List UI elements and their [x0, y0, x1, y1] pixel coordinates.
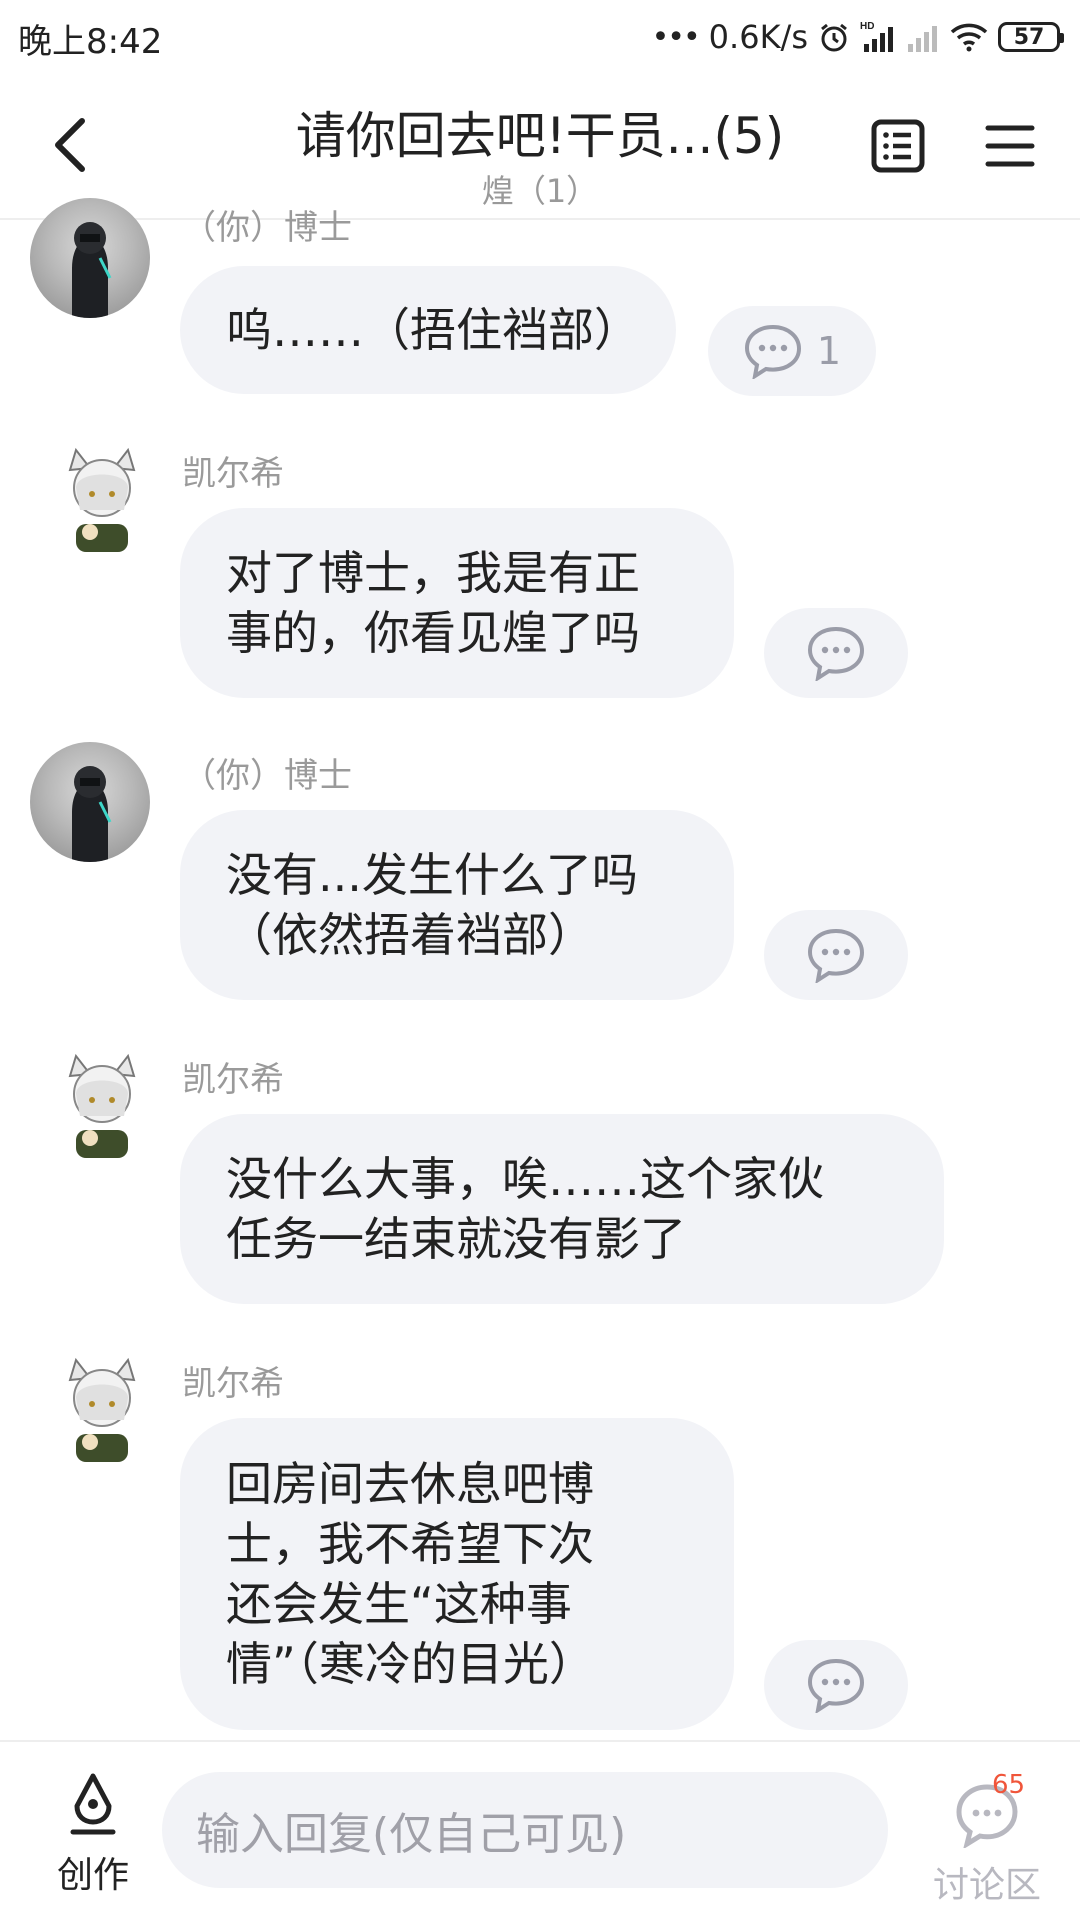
message-line: 回房间去休息吧博: [226, 1457, 594, 1511]
reply-placeholder: 输入回复(仅自己可见): [196, 1809, 627, 1860]
discussion-button[interactable]: 65 讨论区: [922, 1770, 1052, 1910]
create-button[interactable]: 创作: [38, 1772, 148, 1902]
hooded-figure-icon: [72, 766, 112, 862]
svg-text:HD: HD: [860, 21, 874, 32]
comment-icon: [807, 1658, 865, 1713]
message-line: 没有...发生什么了吗: [226, 848, 638, 902]
status-icons: ••• 0.6K/s HD 57: [651, 14, 1064, 60]
cat-ear-character-icon: [68, 447, 136, 552]
reply-input[interactable]: 输入回复(仅自己可见): [162, 1772, 888, 1888]
comment-icon: [744, 324, 801, 379]
more-dots-icon: •••: [651, 19, 701, 55]
battery-indicator: 57: [998, 22, 1064, 52]
message-sender: 凯尔希: [182, 1364, 284, 1404]
list-icon: [871, 119, 925, 173]
comment-icon: [807, 928, 865, 983]
message-line: 没什么大事，唉……这个家伙: [226, 1152, 824, 1206]
back-button[interactable]: [40, 110, 100, 180]
message-sender: （你）博士: [182, 208, 352, 248]
message-bubble[interactable]: 回房间去休息吧博 士，我不希望下次 还会发生“这种事 情”（寒冷的目光）: [180, 1418, 734, 1730]
message-sender: （你）博士: [182, 756, 352, 796]
signal-hd-icon: HD: [860, 20, 896, 54]
bottom-bar: 创作 输入回复(仅自己可见) 65 讨论区: [0, 1740, 1080, 1920]
comment-count: 1: [816, 329, 842, 373]
message-bubble[interactable]: 没什么大事，唉……这个家伙 任务一结束就没有影了: [180, 1114, 944, 1304]
message-line: 事的，你看见煌了吗: [226, 606, 640, 660]
wifi-icon: [950, 22, 988, 52]
discussion-label: 讨论区: [932, 1865, 1041, 1906]
comment-button[interactable]: [764, 910, 908, 1000]
cat-ear-character-icon: [68, 1053, 136, 1158]
avatar-kaltsit[interactable]: [42, 440, 162, 560]
avatar-kaltsit[interactable]: [42, 1350, 162, 1470]
message-bubble[interactable]: 没有...发生什么了吗 （依然捂着裆部）: [180, 810, 734, 1000]
comment-button[interactable]: [764, 608, 908, 698]
message-line: 呜……（捂住裆部）: [226, 303, 640, 357]
message-sender: 凯尔希: [182, 454, 284, 494]
catalog-button[interactable]: [866, 114, 930, 178]
comment-button[interactable]: [764, 1640, 908, 1730]
chat-header: 请你回去吧!干员...(5) 煌（1）: [0, 74, 1080, 220]
alarm-icon: [818, 21, 850, 53]
avatar-doctor[interactable]: [30, 742, 150, 862]
message-line: （依然捂着裆部）: [226, 908, 594, 962]
chevron-left-icon: [55, 118, 85, 172]
create-label: 创作: [56, 1855, 129, 1896]
message-line: 情”（寒冷的目光）: [226, 1637, 595, 1691]
message-bubble[interactable]: 呜……（捂住裆部）: [180, 266, 676, 394]
message-sender: 凯尔希: [182, 1060, 284, 1100]
message-line: 任务一结束就没有影了: [226, 1212, 686, 1266]
pen-nib-icon: [70, 1773, 116, 1835]
discussion-badge: 65: [992, 1770, 1026, 1800]
network-speed: 0.6K/s: [708, 18, 808, 56]
message-line: 对了博士，我是有正: [226, 546, 640, 600]
comment-icon: [807, 626, 865, 681]
avatar-kaltsit[interactable]: [42, 1046, 162, 1166]
status-bar: 晚上8:42 ••• 0.6K/s HD 57: [0, 0, 1080, 74]
message-line: 士，我不希望下次: [226, 1517, 594, 1571]
message-bubble[interactable]: 对了博士，我是有正 事的，你看见煌了吗: [180, 508, 734, 698]
signal-empty-icon: [906, 22, 940, 52]
avatar-doctor[interactable]: [30, 198, 150, 318]
status-time: 晚上8:42: [18, 22, 163, 62]
hamburger-icon: [985, 125, 1035, 167]
cat-ear-character-icon: [68, 1357, 136, 1462]
message-line: 还会发生“这种事: [226, 1577, 572, 1631]
page-title: 请你回去吧!干员...(5): [295, 107, 785, 165]
menu-button[interactable]: [978, 114, 1042, 178]
comment-button[interactable]: 1: [708, 306, 876, 396]
hooded-figure-icon: [72, 222, 112, 318]
